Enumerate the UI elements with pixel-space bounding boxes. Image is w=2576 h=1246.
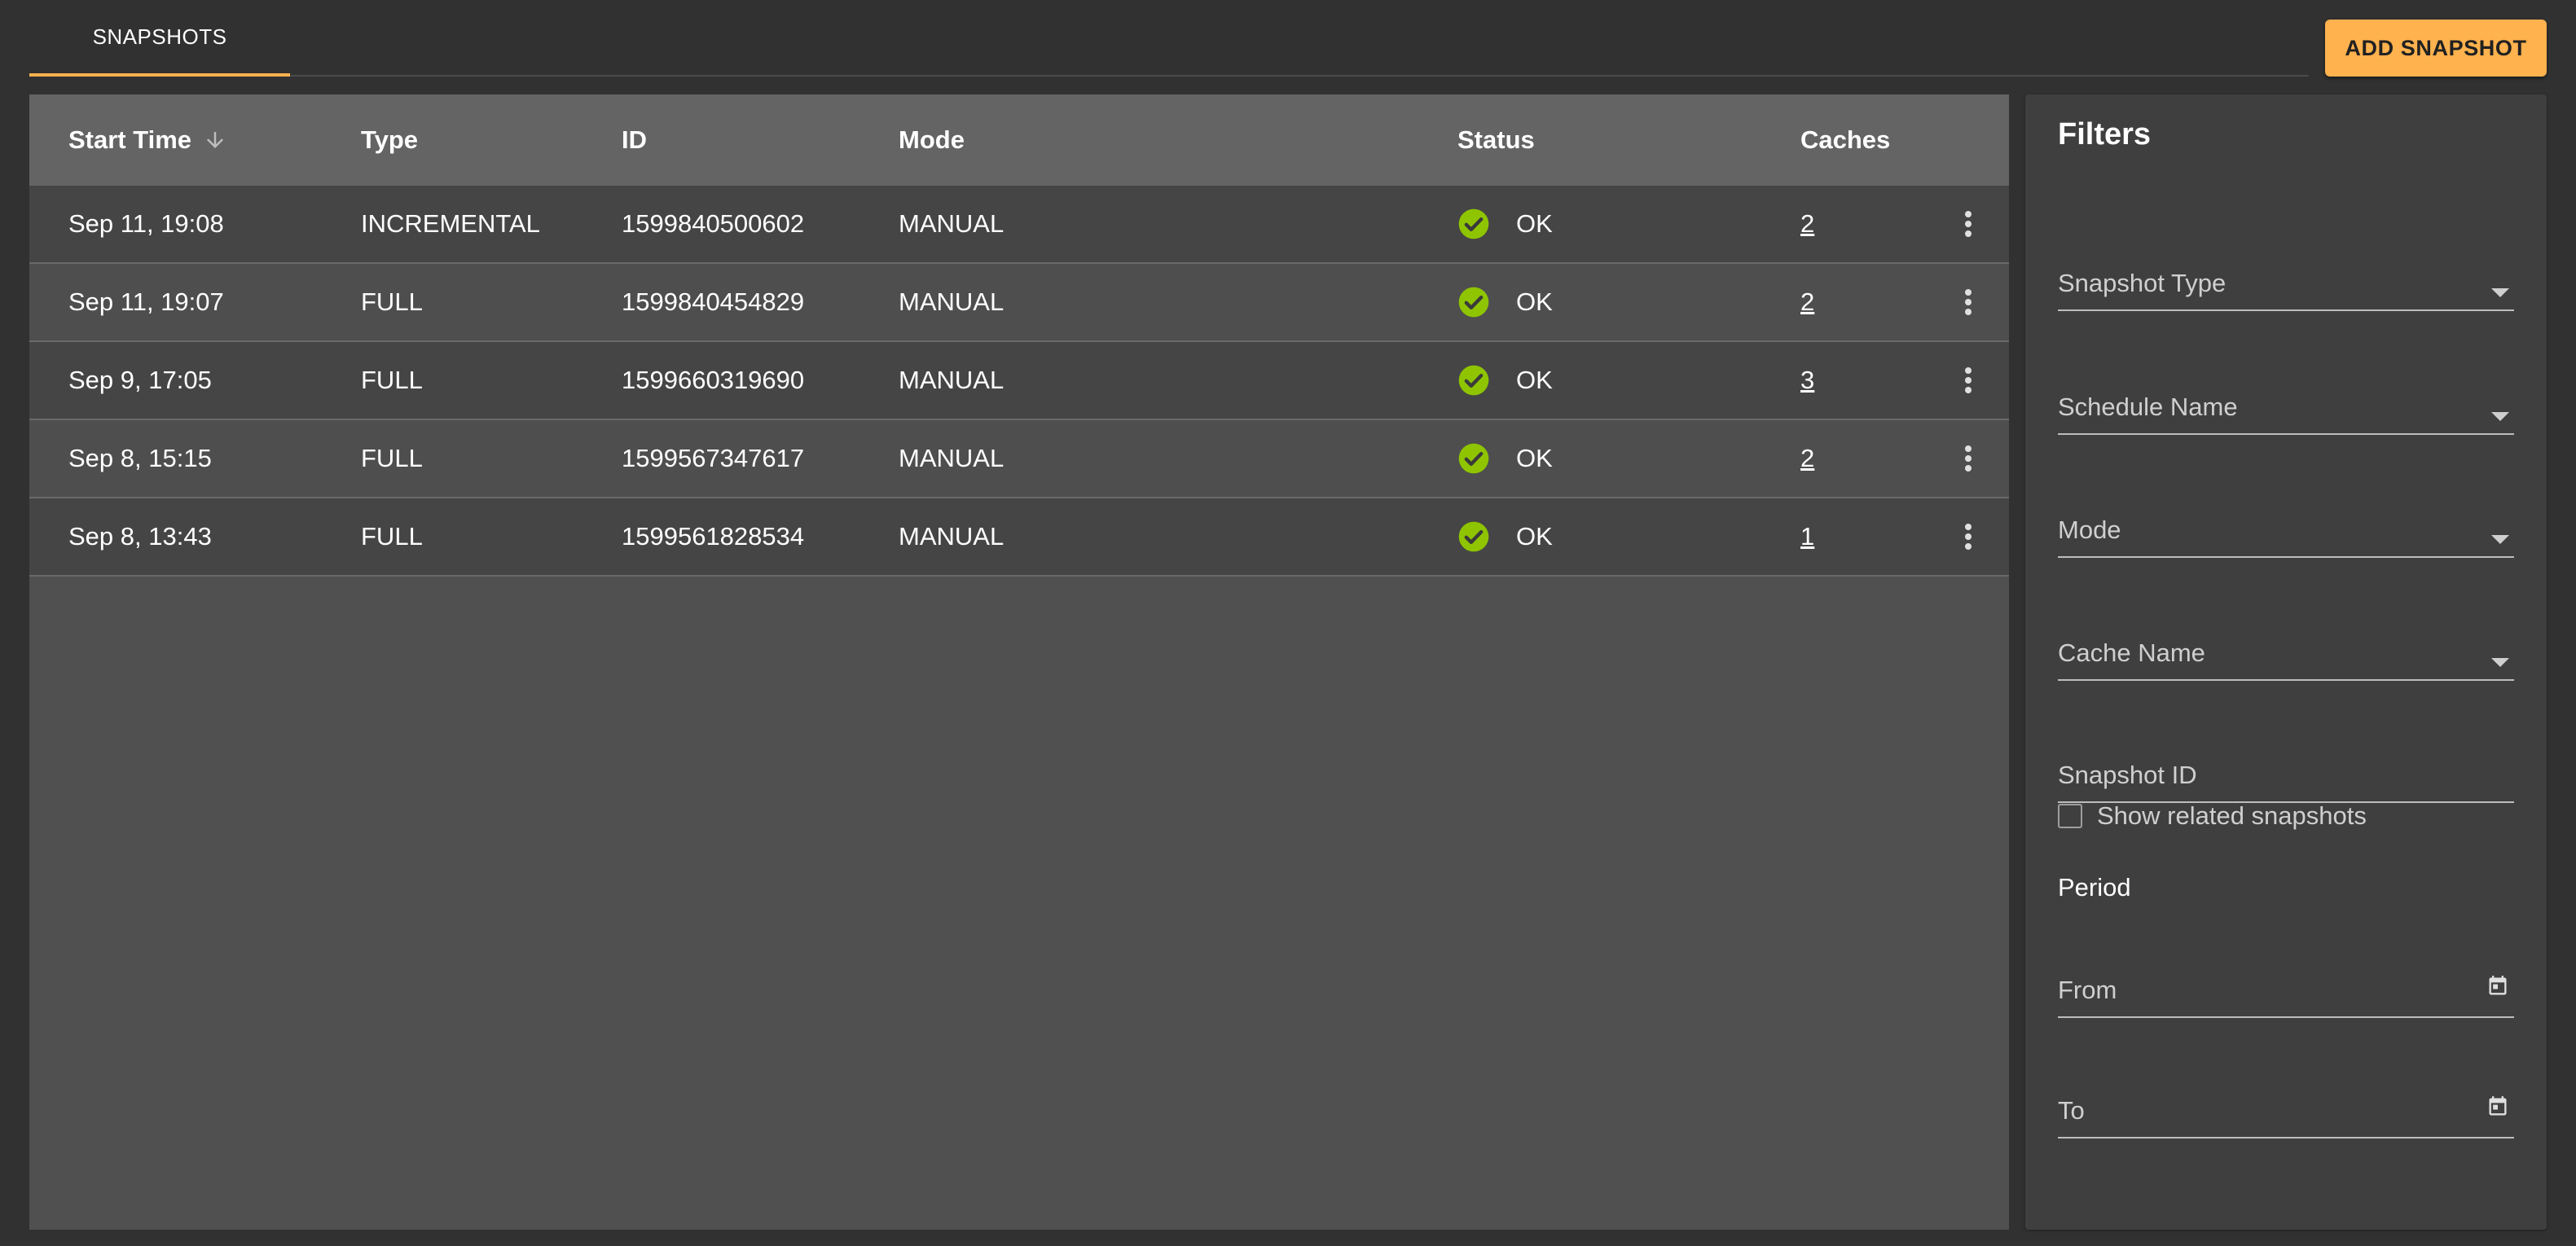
table-row[interactable]: Sep 9, 17:05 FULL 1599660319690 MANUAL O… xyxy=(29,342,2009,420)
mode-cell: MANUAL xyxy=(899,209,1004,238)
start-time-cell: Sep 11, 19:07 xyxy=(68,287,224,316)
schedule-name-label: Schedule Name xyxy=(2058,393,2238,421)
table-row[interactable]: Sep 8, 15:15 FULL 1599567347617 MANUAL O… xyxy=(29,420,2009,498)
caches-link[interactable]: 1 xyxy=(1800,522,1814,551)
show-related-label: Show related snapshots xyxy=(2097,801,2367,830)
snapshot-id-input[interactable]: Snapshot ID xyxy=(2058,751,2514,803)
checkbox-box[interactable] xyxy=(2058,804,2082,828)
status-text: OK xyxy=(1516,444,1553,472)
caches-link[interactable]: 2 xyxy=(1800,287,1814,317)
mode-cell: MANUAL xyxy=(899,444,1004,472)
mode-cell: MANUAL xyxy=(899,366,1004,394)
check-circle-icon xyxy=(1457,364,1490,397)
cache-name-select[interactable]: Cache Name xyxy=(2058,629,2514,681)
column-header-status[interactable]: Status xyxy=(1457,94,1535,186)
type-cell: FULL xyxy=(361,366,423,394)
start-time-cell: Sep 11, 19:08 xyxy=(68,209,224,238)
column-header-type[interactable]: Type xyxy=(361,94,418,186)
tab-bar: SNAPSHOTS xyxy=(29,0,2309,77)
snapshot-id-label: Snapshot ID xyxy=(2058,761,2197,789)
type-cell: FULL xyxy=(361,287,423,316)
more-vert-icon[interactable] xyxy=(1957,207,1980,241)
id-cell: 1599840454829 xyxy=(622,287,805,316)
caches-cell: 3 xyxy=(1800,342,1814,419)
caches-cell: 1 xyxy=(1800,498,1814,575)
caches-link[interactable]: 2 xyxy=(1800,444,1814,473)
add-snapshot-button[interactable]: ADD SNAPSHOT xyxy=(2325,20,2547,77)
calendar-icon[interactable] xyxy=(2486,1095,2509,1119)
tab-snapshots[interactable]: SNAPSHOTS xyxy=(29,0,290,77)
start-time-cell: Sep 8, 15:15 xyxy=(68,444,212,472)
mode-select[interactable]: Mode xyxy=(2058,506,2514,558)
dropdown-arrow-icon xyxy=(2491,535,2509,545)
more-vert-icon[interactable] xyxy=(1957,363,1980,397)
check-circle-icon xyxy=(1457,442,1490,475)
type-cell: INCREMENTAL xyxy=(361,209,540,238)
from-date-field[interactable]: From xyxy=(2058,966,2514,1018)
caches-cell: 2 xyxy=(1800,186,1814,262)
caches-cell: 2 xyxy=(1800,420,1814,497)
status-text: OK xyxy=(1516,366,1553,394)
start-time-cell: Sep 9, 17:05 xyxy=(68,366,212,394)
calendar-icon[interactable] xyxy=(2486,974,2509,998)
more-vert-icon[interactable] xyxy=(1957,285,1980,319)
status-cell: OK xyxy=(1457,264,1553,340)
table-row[interactable]: Sep 8, 13:43 FULL 1599561828534 MANUAL O… xyxy=(29,498,2009,577)
schedule-name-select[interactable]: Schedule Name xyxy=(2058,383,2514,435)
id-cell: 1599840500602 xyxy=(622,209,805,238)
filters-title: Filters xyxy=(2058,117,2152,151)
column-header-mode[interactable]: Mode xyxy=(899,94,965,186)
column-header-caches[interactable]: Caches xyxy=(1800,94,1890,186)
period-label: Period xyxy=(2058,873,2131,902)
status-cell: OK xyxy=(1457,342,1553,419)
status-cell: OK xyxy=(1457,420,1553,497)
column-header-label: Start Time xyxy=(68,125,192,154)
show-related-snapshots-checkbox[interactable]: Show related snapshots xyxy=(2058,801,2367,831)
status-text: OK xyxy=(1516,522,1553,551)
check-circle-icon xyxy=(1457,520,1490,553)
column-header-id[interactable]: ID xyxy=(622,94,647,186)
table-header: Start Time Type ID Mode Status Caches xyxy=(29,94,2009,186)
status-text: OK xyxy=(1516,287,1553,316)
to-date-field[interactable]: To xyxy=(2058,1086,2514,1139)
id-cell: 1599561828534 xyxy=(622,522,805,551)
snapshot-type-label: Snapshot Type xyxy=(2058,269,2227,297)
id-cell: 1599567347617 xyxy=(622,444,805,472)
mode-cell: MANUAL xyxy=(899,287,1004,316)
status-text: OK xyxy=(1516,209,1553,238)
arrow-down-icon xyxy=(203,128,227,152)
table-row[interactable]: Sep 11, 19:07 FULL 1599840454829 MANUAL … xyxy=(29,264,2009,342)
caches-link[interactable]: 3 xyxy=(1800,366,1814,395)
caches-link[interactable]: 2 xyxy=(1800,209,1814,239)
mode-cell: MANUAL xyxy=(899,522,1004,551)
snapshots-table: Start Time Type ID Mode Status Caches Se… xyxy=(29,94,2009,1230)
to-label: To xyxy=(2058,1096,2085,1125)
dropdown-arrow-icon xyxy=(2491,412,2509,422)
snapshot-type-select[interactable]: Snapshot Type xyxy=(2058,259,2514,311)
id-cell: 1599660319690 xyxy=(622,366,805,394)
caches-cell: 2 xyxy=(1800,264,1814,340)
type-cell: FULL xyxy=(361,444,423,472)
column-header-start-time[interactable]: Start Time xyxy=(68,94,227,186)
more-vert-icon[interactable] xyxy=(1957,520,1980,554)
type-cell: FULL xyxy=(361,522,423,551)
dropdown-arrow-icon xyxy=(2491,288,2509,298)
check-circle-icon xyxy=(1457,208,1490,240)
cache-name-label: Cache Name xyxy=(2058,638,2205,667)
more-vert-icon[interactable] xyxy=(1957,441,1980,476)
from-label: From xyxy=(2058,976,2117,1004)
filters-panel: Filters Snapshot Type Schedule Name Mode… xyxy=(2025,94,2547,1230)
check-circle-icon xyxy=(1457,286,1490,318)
mode-label: Mode xyxy=(2058,516,2121,544)
table-row[interactable]: Sep 11, 19:08 INCREMENTAL 1599840500602 … xyxy=(29,186,2009,264)
status-cell: OK xyxy=(1457,498,1553,575)
status-cell: OK xyxy=(1457,186,1553,262)
dropdown-arrow-icon xyxy=(2491,658,2509,668)
start-time-cell: Sep 8, 13:43 xyxy=(68,522,212,551)
